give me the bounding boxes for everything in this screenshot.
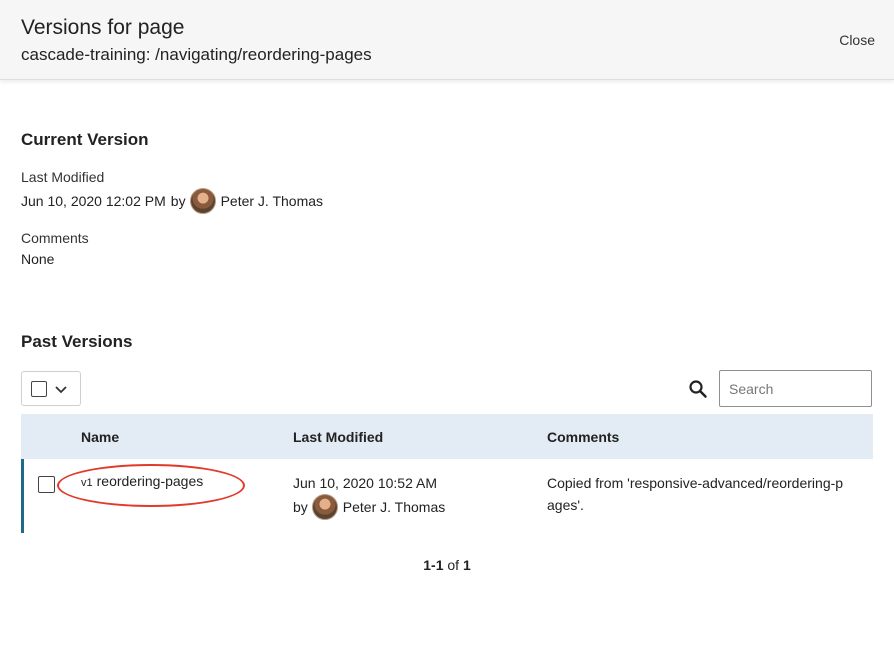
row-comment-line-1: Copied from 'responsive-advanced/reorder… <box>547 475 844 491</box>
pager-of: of <box>447 557 460 573</box>
pager-range: 1-1 <box>423 557 444 573</box>
comments-value: None <box>21 251 55 267</box>
table-header: Name Last Modified Comments <box>21 414 873 459</box>
bulk-select-dropdown[interactable] <box>21 371 81 406</box>
past-versions-heading: Past Versions <box>21 332 133 351</box>
version-name[interactable]: v1 reordering-pages <box>81 473 203 489</box>
row-by-label: by <box>293 499 308 515</box>
row-avatar <box>311 494 338 520</box>
column-header-comments[interactable]: Comments <box>547 429 619 445</box>
row-author-name[interactable]: Peter J. Thomas <box>343 496 445 518</box>
search-icon[interactable] <box>688 379 708 399</box>
by-label: by <box>170 193 186 209</box>
pagination-summary: 1-1 of 1 <box>0 557 894 573</box>
row-author: by Peter J. Thomas <box>293 494 445 520</box>
dialog-title: Versions for page <box>21 16 185 39</box>
version-number: v1 <box>81 477 93 489</box>
version-name-link[interactable]: reordering-pages <box>97 473 204 489</box>
close-button[interactable]: Close <box>839 32 875 48</box>
avatar <box>189 188 216 214</box>
dialog-subtitle: cascade-training: /navigating/reordering… <box>21 45 372 64</box>
author-name[interactable]: Peter J. Thomas <box>221 193 323 209</box>
table-row[interactable]: v1 reordering-pages Jun 10, 2020 10:52 A… <box>21 459 873 533</box>
pager-total: 1 <box>462 557 471 573</box>
row-comment-line-2: ages'. <box>547 497 584 513</box>
last-modified-label: Last Modified <box>21 169 105 185</box>
current-version-heading: Current Version <box>21 130 149 149</box>
row-date: Jun 10, 2020 10:52 AM <box>293 475 437 491</box>
select-all-checkbox[interactable] <box>31 380 47 397</box>
search-input[interactable] <box>719 370 872 407</box>
column-header-name[interactable]: Name <box>81 429 119 445</box>
last-modified-value: Jun 10, 2020 12:02 PM by Peter J. Thomas <box>21 188 323 214</box>
row-checkbox[interactable] <box>38 476 55 493</box>
chevron-down-icon <box>55 385 67 393</box>
dialog-header: Versions for page cascade-training: /nav… <box>0 0 894 80</box>
last-modified-date: Jun 10, 2020 12:02 PM <box>21 193 166 209</box>
comments-label: Comments <box>21 230 89 246</box>
column-header-last-modified[interactable]: Last Modified <box>293 429 383 445</box>
